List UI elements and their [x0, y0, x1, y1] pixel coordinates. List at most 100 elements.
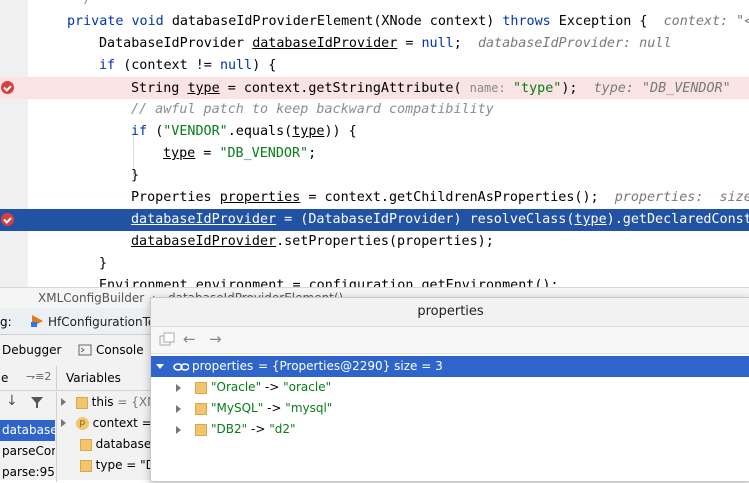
- tab-debugger[interactable]: Debugger: [2, 343, 61, 357]
- debugger-subtabs: Debugger Console: [0, 337, 160, 363]
- map-entry-row[interactable]: "DB2" -> "d2": [151, 419, 749, 440]
- code-line[interactable]: // awful patch to keep backward compatib…: [0, 99, 749, 121]
- tab-run-config[interactable]: HfConfigurationTe: [48, 315, 155, 329]
- debugger-toolbar: e ⇁≡2 Variables: [0, 366, 160, 391]
- code-text: Properties properties = context.getChild…: [131, 187, 749, 209]
- breakpoint-icon[interactable]: [1, 81, 14, 94]
- code-text: }: [99, 253, 107, 275]
- code-token: Environment environment = configuration.…: [99, 278, 559, 287]
- code-line[interactable]: String type = context.getStringAttribute…: [0, 77, 749, 99]
- code-line[interactable]: DatabaseIdProvider databaseIdProvider = …: [0, 33, 749, 55]
- code-text: }: [131, 165, 139, 187]
- evaluate-icon[interactable]: [159, 332, 175, 348]
- popup-toolbar: ← →: [151, 327, 749, 354]
- code-token: }: [99, 256, 108, 271]
- code-token: type: [187, 81, 220, 96]
- code-text: String type = context.getStringAttribute…: [131, 77, 731, 100]
- code-line[interactable]: databaseIdProvider.setProperties(propert…: [0, 231, 749, 253]
- code-token: ;: [308, 146, 317, 161]
- expand-arrow-icon[interactable]: [61, 398, 66, 406]
- code-token: = context.getChildrenAsProperties();: [300, 190, 615, 205]
- code-token: "VENDOR": [163, 124, 228, 139]
- entry-icon: [195, 403, 207, 415]
- code-line[interactable]: Environment environment = configuration.…: [0, 275, 749, 287]
- code-token: properties: size: [614, 190, 749, 205]
- entry-value: "oracle": [283, 380, 332, 394]
- code-token: "DB_VENDOR": [219, 146, 309, 161]
- code-editor[interactable]: */ private void databaseIdProviderElement…: [0, 0, 749, 287]
- variable-name: this: [91, 395, 114, 409]
- code-token: null: [219, 58, 253, 73]
- entry-icon: [195, 424, 207, 436]
- collapse-arrow-icon[interactable]: [156, 364, 164, 369]
- code-line[interactable]: if ("VENDOR".equals(type)) {: [0, 121, 749, 143]
- frame-item[interactable]: parseCon: [0, 441, 55, 462]
- code-token: DatabaseIdProvider: [99, 36, 253, 51]
- expand-arrow-icon[interactable]: [176, 405, 181, 413]
- map-entry-row[interactable]: "MySQL" -> "mysql": [151, 398, 749, 419]
- variable-row[interactable]: this = {XN: [57, 392, 157, 413]
- back-icon[interactable]: ←: [183, 330, 196, 348]
- code-text: databaseIdProvider = (DatabaseIdProvider…: [131, 209, 749, 231]
- popup-title[interactable]: properties: [151, 298, 749, 327]
- code-token: .setProperties(properties);: [276, 234, 494, 249]
- code-token: ).getDeclaredConst: [606, 212, 749, 227]
- code-line[interactable]: }: [0, 165, 749, 187]
- code-token: context: "<: [663, 14, 749, 29]
- run-config-icon: [30, 314, 44, 328]
- code-token: */: [76, 0, 92, 7]
- forward-icon[interactable]: →: [209, 330, 222, 348]
- code-token: databaseIdProvider: null: [477, 36, 672, 51]
- evaluate-popup: properties ← → properties = {Properties@…: [150, 297, 749, 482]
- arrow-down-icon[interactable]: ↓: [6, 393, 18, 409]
- code-token: ) {: [252, 58, 277, 73]
- code-line[interactable]: type = "DB_VENDOR";: [0, 143, 749, 165]
- tab-console[interactable]: Console: [96, 343, 144, 357]
- variable-row[interactable]: type = "D: [57, 455, 157, 476]
- entry-value: "d2": [269, 422, 296, 436]
- code-token: ;: [453, 36, 478, 51]
- breadcrumb-class[interactable]: XMLConfigBuilder: [38, 291, 144, 305]
- code-text: DatabaseIdProvider databaseIdProvider = …: [99, 33, 671, 55]
- code-token: private void: [67, 14, 172, 29]
- code-line[interactable]: if (context != null) {: [0, 55, 749, 77]
- code-token: // awful patch to keep backward compatib…: [131, 102, 494, 117]
- variable-name: type: [95, 458, 123, 472]
- code-text: type = "DB_VENDOR";: [163, 143, 316, 165]
- code-token: if: [99, 58, 124, 73]
- code-token: .equals(: [227, 124, 293, 139]
- debug-tab-prefix: g:: [0, 315, 12, 329]
- frames-header: e: [1, 371, 9, 385]
- code-line[interactable]: */: [0, 0, 749, 11]
- expand-arrow-icon[interactable]: [61, 419, 66, 427]
- code-line[interactable]: Properties properties = context.getChild…: [0, 187, 749, 209]
- field-icon: [79, 459, 92, 472]
- expand-arrow-icon[interactable]: [176, 426, 181, 434]
- code-line[interactable]: databaseIdProvider = (DatabaseIdProvider…: [0, 209, 749, 231]
- frame-item[interactable]: databaseI: [0, 420, 55, 441]
- variable-row[interactable]: database: [57, 434, 157, 455]
- code-line[interactable]: private void databaseIdProviderElement(X…: [0, 11, 749, 33]
- root-value: = {Properties@2290} size = 3: [258, 359, 443, 373]
- entry-arrow: ->: [267, 401, 282, 415]
- code-line[interactable]: }: [0, 253, 749, 275]
- breakpoint-icon[interactable]: [1, 213, 14, 226]
- code-token: type: [163, 146, 196, 161]
- entry-key: "MySQL": [211, 401, 264, 415]
- tree-root-row[interactable]: properties = {Properties@2290} size = 3: [151, 356, 749, 377]
- expand-arrow-icon[interactable]: [176, 384, 181, 392]
- code-token: =: [195, 146, 220, 161]
- code-token: )) {: [324, 124, 357, 139]
- code-token: = (DatabaseIdProvider) resolveClass(: [276, 212, 575, 227]
- code-token: );: [561, 81, 594, 96]
- map-entry-row[interactable]: "Oracle" -> "oracle": [151, 377, 749, 398]
- code-text: if (context != null) {: [99, 55, 276, 77]
- filter-icon[interactable]: [30, 394, 44, 408]
- code-text: private void databaseIdProviderElement(X…: [67, 11, 749, 33]
- field-icon: [75, 396, 88, 409]
- code-token: String: [131, 81, 188, 96]
- panel-divider: [56, 366, 57, 390]
- frames-filter-icon[interactable]: ⇁≡2: [26, 370, 51, 383]
- variable-row[interactable]: p context =: [57, 413, 157, 434]
- code-token: }: [131, 168, 140, 183]
